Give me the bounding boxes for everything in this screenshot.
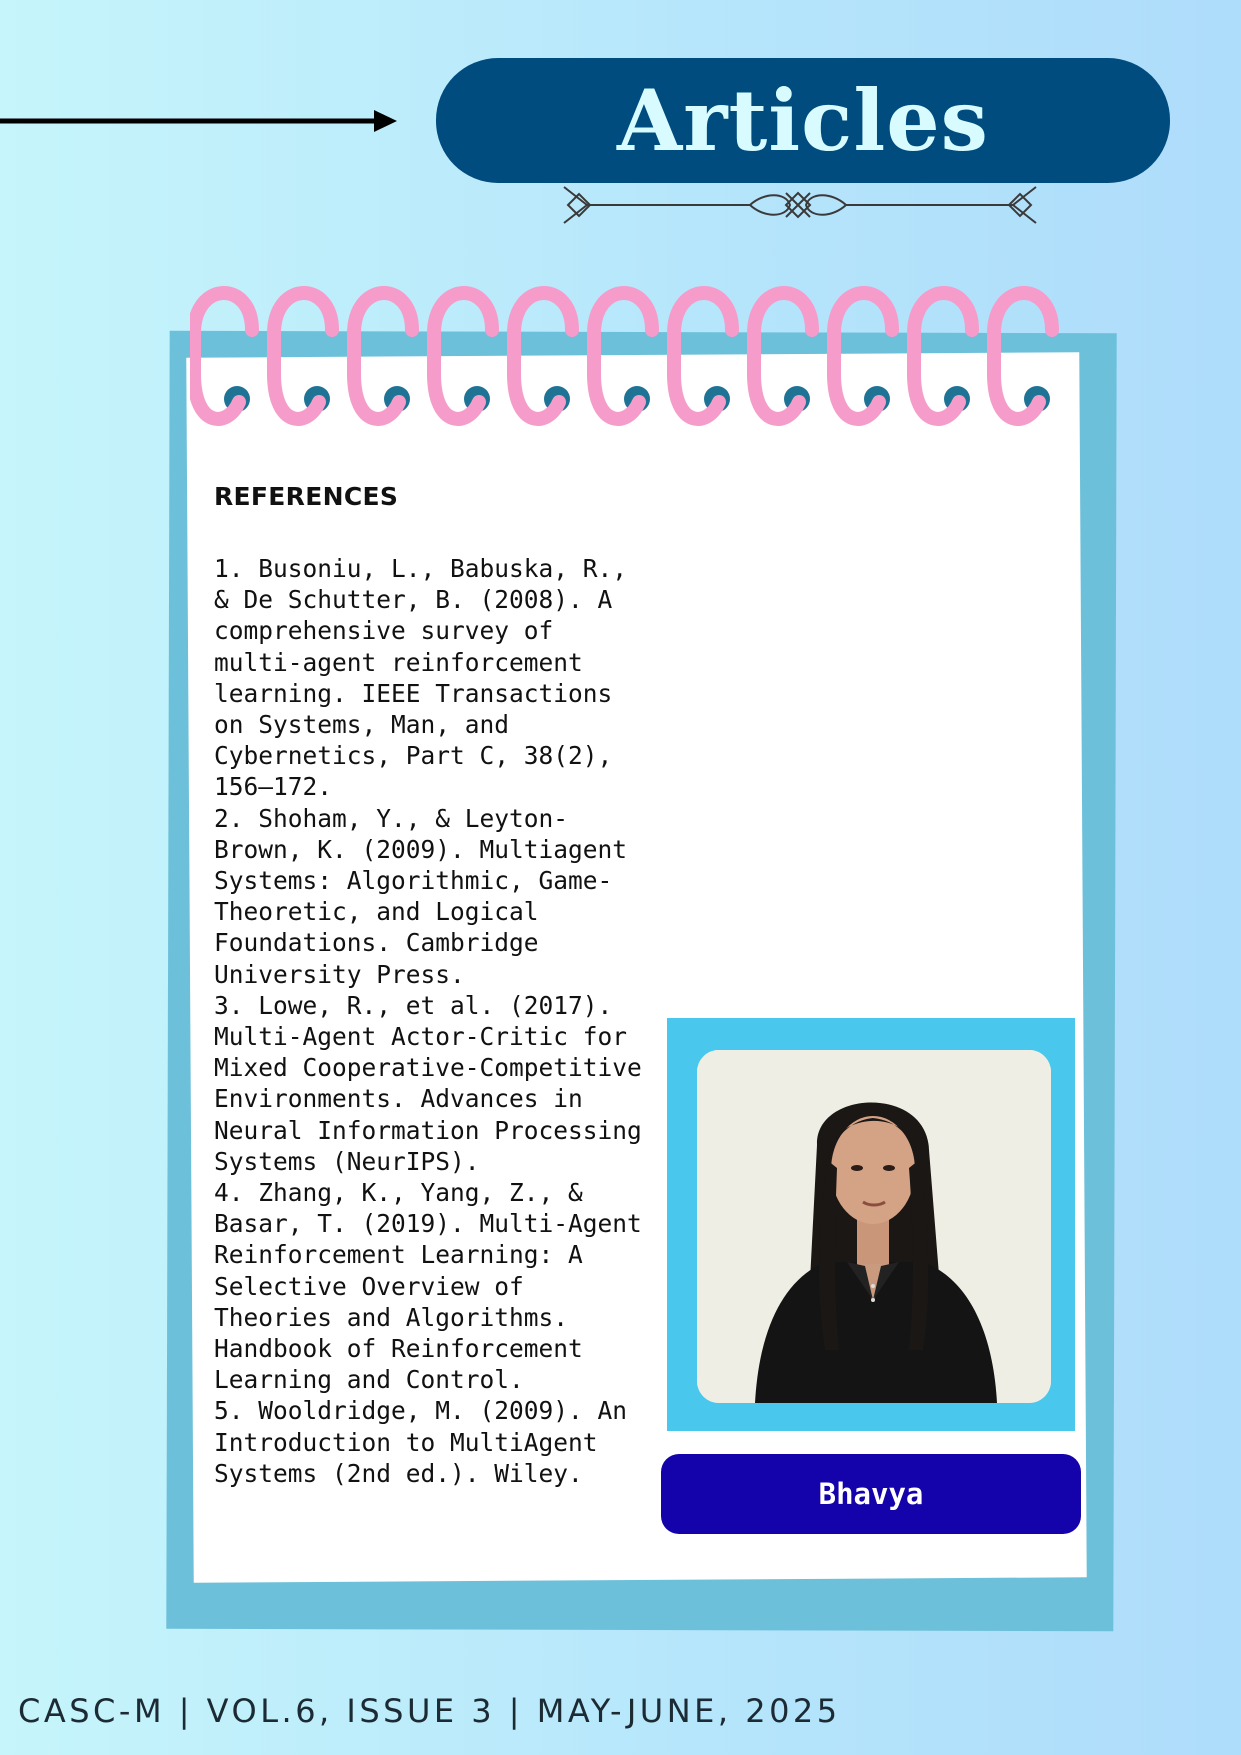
author-photo <box>697 1050 1051 1403</box>
ornamental-divider-icon <box>563 186 1037 224</box>
reference-item: 3. Lowe, R., et al. (2017). Multi-Agent … <box>214 990 642 1176</box>
reference-item: 5. Wooldridge, M. (2009). An Introductio… <box>214 1396 628 1488</box>
references-list: 1. Busoniu, L., Babuska, R., & De Schutt… <box>214 553 654 1489</box>
page-title: Articles <box>617 71 989 170</box>
author-name-badge: Bhavya <box>661 1454 1081 1534</box>
reference-item: 2. Shoham, Y., & Leyton-Brown, K. (2009)… <box>214 803 628 989</box>
articles-header: Articles <box>436 58 1170 183</box>
right-arrow-icon <box>0 110 397 132</box>
author-photo-frame <box>667 1018 1075 1431</box>
issue-footer: CASC-M | VOL.6, ISSUE 3 | MAY-JUNE, 2025 <box>18 1692 841 1730</box>
author-name: Bhavya <box>818 1477 924 1511</box>
reference-item: 1. Busoniu, L., Babuska, R., & De Schutt… <box>214 554 628 802</box>
spiral-binding-icon <box>190 286 1059 426</box>
author-portrait-image <box>697 1050 1051 1403</box>
references-heading: REFERENCES <box>214 482 399 511</box>
reference-item: 4. Zhang, K., Yang, Z., & Basar, T. (201… <box>214 1178 642 1395</box>
